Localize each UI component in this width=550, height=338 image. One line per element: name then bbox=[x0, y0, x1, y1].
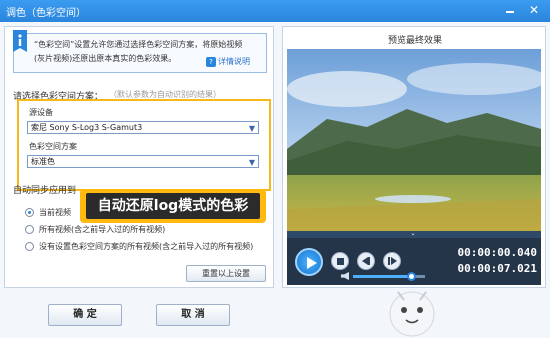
info-icon bbox=[13, 30, 27, 52]
preview-panel: 预览最终效果 ⌄ 00:00:00.040 00:00:07.021 bbox=[282, 26, 546, 288]
landscape-image bbox=[287, 49, 541, 231]
source-device-label: 源设备 bbox=[29, 108, 53, 117]
help-link[interactable]: ? 详情说明 bbox=[206, 56, 250, 67]
radio-icon[interactable] bbox=[25, 225, 34, 234]
play-icon[interactable] bbox=[295, 248, 323, 276]
sync-label: 自动同步应用到 bbox=[13, 186, 77, 196]
scheme-select[interactable]: 标准色 ▼ bbox=[27, 155, 259, 168]
sync-option-unset[interactable]: 没有设置色彩空间方案的所有视频(含之前导入过的所有视频) bbox=[25, 241, 253, 252]
source-device-select[interactable]: 索尼 Sony S-Log3 S-Gamut3 ▼ bbox=[27, 121, 259, 134]
sync-option-label: 当前视频 bbox=[39, 208, 71, 217]
chevron-down-icon[interactable]: ⌄ bbox=[408, 231, 418, 237]
close-icon[interactable]: ✕ bbox=[524, 2, 544, 18]
next-frame-icon[interactable] bbox=[383, 252, 401, 270]
color-space-group: 源设备 索尼 Sony S-Log3 S-Gamut3 ▼ 色彩空间方案 标准色… bbox=[17, 99, 271, 191]
radio-selected-icon[interactable] bbox=[25, 208, 34, 217]
player-controls: 00:00:00.040 00:00:07.021 bbox=[287, 238, 541, 285]
info-text-line1: “色彩空间”设置允许您通过选择色彩空间方案，将原始视频 bbox=[34, 40, 243, 49]
previous-frame-icon[interactable] bbox=[357, 252, 375, 270]
video-preview bbox=[287, 49, 541, 231]
sync-option-label: 没有设置色彩空间方案的所有视频(含之前导入过的所有视频) bbox=[39, 242, 254, 251]
callout-banner: 自动还原log模式的色彩 bbox=[80, 189, 266, 223]
scheme-value: 标准色 bbox=[31, 157, 55, 166]
ok-button[interactable]: 确 定 bbox=[48, 304, 122, 326]
progress-bar[interactable]: ⌄ bbox=[287, 231, 541, 238]
current-time: 00:00:00.040 bbox=[457, 246, 537, 259]
sync-option-label: 所有视频(含之前导入过的所有视频) bbox=[39, 225, 166, 234]
preview-title: 预览最终效果 bbox=[387, 36, 442, 46]
radio-icon[interactable] bbox=[25, 242, 34, 251]
scheme-label: 色彩空间方案 bbox=[29, 142, 77, 151]
chevron-down-icon: ▼ bbox=[248, 158, 255, 167]
volume-fill bbox=[353, 275, 411, 278]
help-icon: ? bbox=[206, 57, 216, 67]
cancel-button[interactable]: 取 消 bbox=[156, 304, 230, 326]
reset-button[interactable]: 重置以上设置 bbox=[186, 265, 266, 282]
mascot-illustration bbox=[389, 291, 435, 337]
callout-text: 自动还原log模式的色彩 bbox=[86, 193, 260, 219]
volume-slider[interactable] bbox=[353, 272, 425, 281]
help-link-label: 详情说明 bbox=[218, 57, 250, 66]
volume-icon[interactable] bbox=[341, 272, 349, 280]
sync-option-current[interactable]: 当前视频 bbox=[25, 207, 71, 218]
minimize-icon[interactable] bbox=[500, 2, 520, 18]
sync-option-all[interactable]: 所有视频(含之前导入过的所有视频) bbox=[25, 224, 165, 235]
title-bar: 调色（色彩空间） ✕ bbox=[0, 0, 550, 22]
info-box: “色彩空间”设置允许您通过选择色彩空间方案，将原始视频 (灰片视频)还原出原本真… bbox=[13, 30, 267, 73]
settings-panel: “色彩空间”设置允许您通过选择色彩空间方案，将原始视频 (灰片视频)还原出原本真… bbox=[4, 26, 274, 288]
total-time: 00:00:07.021 bbox=[457, 262, 537, 275]
stop-icon[interactable] bbox=[331, 252, 349, 270]
window-title: 调色（色彩空间） bbox=[6, 8, 86, 19]
source-device-value: 索尼 Sony S-Log3 S-Gamut3 bbox=[31, 123, 143, 132]
chevron-down-icon: ▼ bbox=[248, 124, 255, 133]
